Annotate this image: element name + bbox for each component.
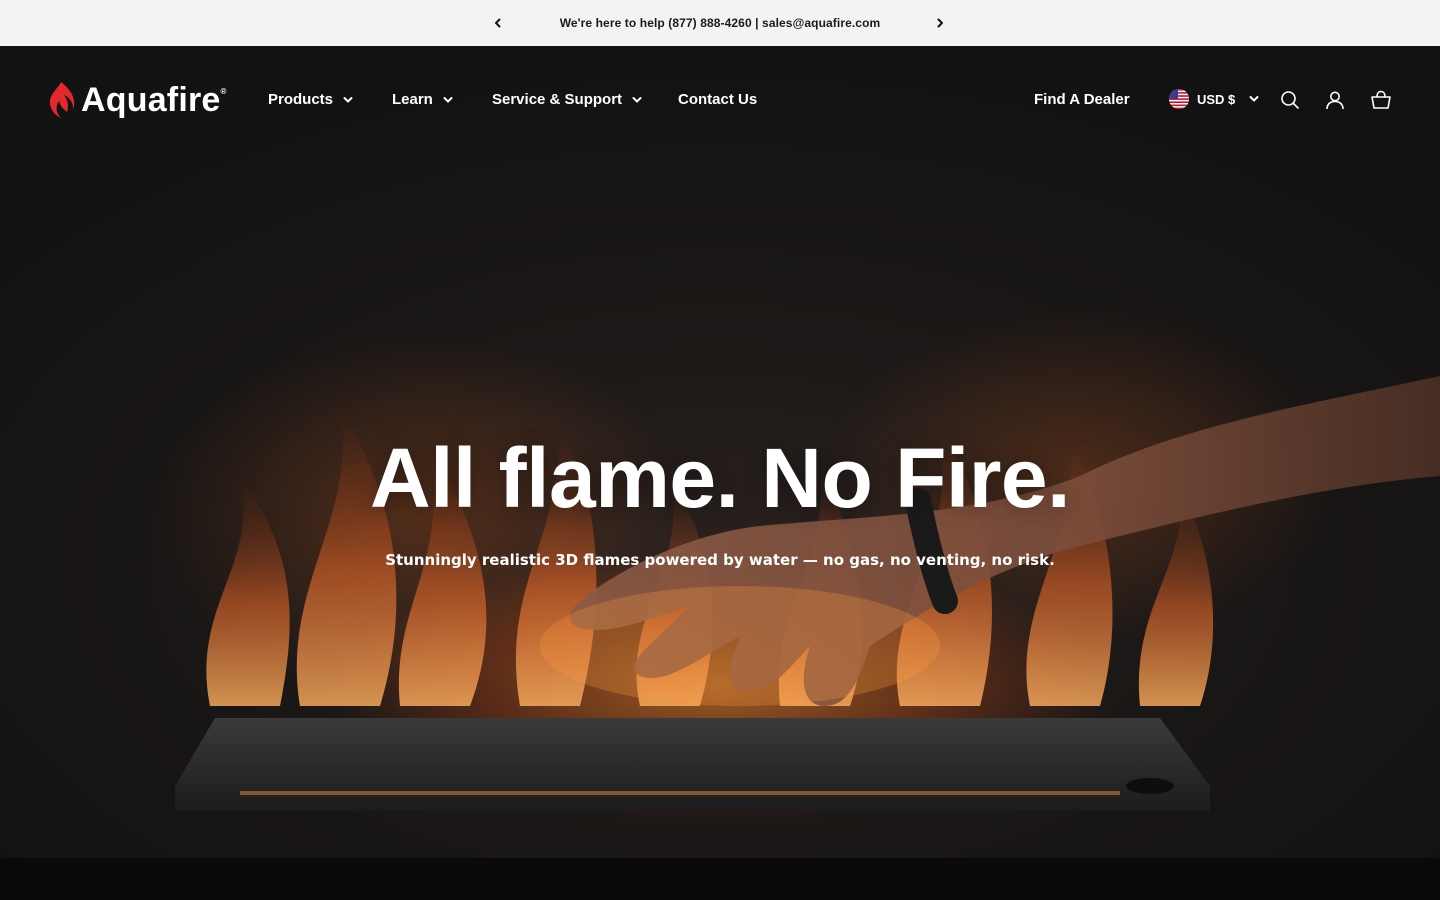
cart-icon[interactable] bbox=[1369, 88, 1393, 112]
nav-contact-us[interactable]: Contact Us bbox=[678, 91, 757, 108]
nav-learn-label: Learn bbox=[392, 91, 433, 108]
nav-service-support[interactable]: Service & Support bbox=[492, 91, 642, 108]
nav-contact-us-label: Contact Us bbox=[678, 91, 758, 108]
next-section-band bbox=[0, 858, 1440, 900]
logo-text: Aquafire® bbox=[81, 80, 227, 119]
chevron-down-icon bbox=[1249, 95, 1259, 103]
site-header: Aquafire® Products Learn Service & Suppo… bbox=[0, 46, 1440, 154]
currency-selector[interactable]: USD $ bbox=[1169, 89, 1259, 109]
chevron-left-icon[interactable] bbox=[488, 13, 508, 33]
account-icon[interactable] bbox=[1323, 88, 1347, 112]
nav-products-label: Products bbox=[268, 91, 334, 108]
us-flag-icon bbox=[1169, 89, 1189, 109]
nav-service-support-label: Service & Support bbox=[492, 91, 623, 108]
chevron-down-icon bbox=[443, 96, 453, 104]
site-logo[interactable]: Aquafire® bbox=[47, 80, 227, 120]
flame-logo-icon bbox=[49, 82, 75, 118]
nav-products[interactable]: Products bbox=[268, 91, 353, 108]
hero-subheadline: Stunningly realistic 3D flames powered b… bbox=[385, 551, 1055, 569]
announcement-bar: We're here to help (877) 888-4260 | sale… bbox=[0, 0, 1440, 46]
announcement-text[interactable]: We're here to help (877) 888-4260 | sale… bbox=[560, 16, 881, 30]
chevron-down-icon bbox=[343, 96, 353, 104]
search-icon[interactable] bbox=[1278, 88, 1302, 112]
chevron-down-icon bbox=[632, 96, 642, 104]
nav-learn[interactable]: Learn bbox=[392, 91, 453, 108]
hero-headline: All flame. No Fire. bbox=[370, 431, 1071, 525]
chevron-right-icon[interactable] bbox=[930, 13, 950, 33]
find-dealer-link[interactable]: Find A Dealer bbox=[1034, 91, 1130, 108]
currency-label: USD $ bbox=[1197, 91, 1236, 107]
